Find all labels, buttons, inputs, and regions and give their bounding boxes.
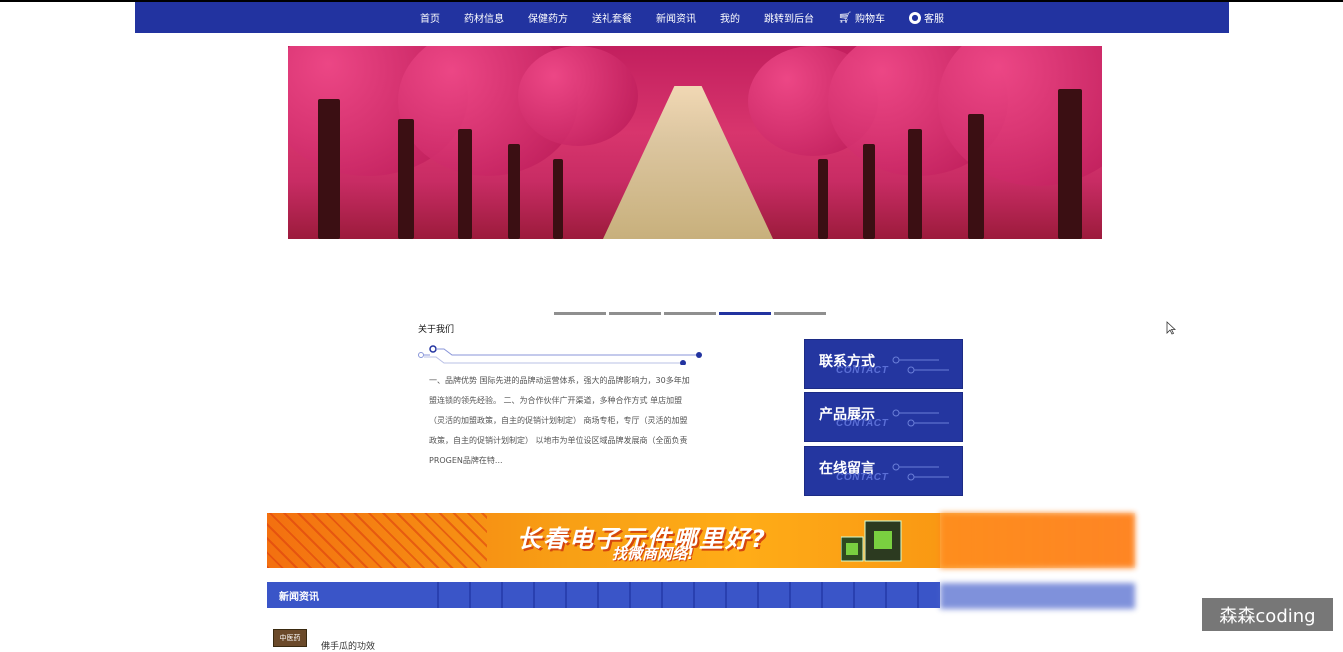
nav-customer-service[interactable]: ● 客服 <box>908 10 944 25</box>
nav-herb-info[interactable]: 药材信息 <box>464 10 504 25</box>
circuit-icon <box>892 463 949 481</box>
nav-health-prescriptions[interactable]: 保健药方 <box>528 10 568 25</box>
chip-icon <box>841 520 902 562</box>
nav-cart[interactable]: 🛒︎ 购物车 <box>838 10 885 25</box>
products-button-sub: CONTACT <box>836 418 889 429</box>
mouse-cursor-icon <box>1166 321 1176 335</box>
nav-cart-label: 购物车 <box>854 14 885 25</box>
main-navbar: 首页 药材信息 保健药方 送礼套餐 新闻资讯 我的 跳转到后台 🛒︎ 购物车 ●… <box>135 2 1229 33</box>
carousel-dot[interactable] <box>554 312 606 315</box>
carousel-dot-active[interactable] <box>719 312 771 315</box>
nav-mine[interactable]: 我的 <box>720 10 740 25</box>
news-thumbnail: 中医药 <box>273 629 307 647</box>
carousel-dot[interactable] <box>774 312 826 315</box>
carousel-indicators <box>554 312 826 315</box>
nav-gift-packages[interactable]: 送礼套餐 <box>592 10 632 25</box>
about-description: 一、品牌优势 国际先进的品牌动运营体系，强大的品牌影响力，30多年加盟连锁的领先… <box>429 376 690 465</box>
nav-news[interactable]: 新闻资讯 <box>656 10 696 25</box>
circuit-pattern <box>407 582 940 608</box>
contact-button-sub: CONTACT <box>836 365 889 376</box>
news-section-title: 新闻资讯 <box>279 591 319 603</box>
blur-overlay <box>940 513 1140 645</box>
nav-service-label: 客服 <box>923 14 944 25</box>
message-button-sub: CONTACT <box>836 472 889 483</box>
news-section-header: 新闻资讯 <box>267 582 940 608</box>
circuit-icon <box>892 409 949 427</box>
chat-icon: ● <box>908 11 921 24</box>
circuit-pattern <box>267 513 487 568</box>
contact-button[interactable]: 联系方式 CONTACT <box>804 339 963 389</box>
news-item-title[interactable]: 佛手瓜的功效 <box>321 639 375 652</box>
carousel-dot[interactable] <box>609 312 661 315</box>
watermark: 森森coding <box>1202 598 1333 631</box>
about-section: 关于我们 <box>418 322 704 365</box>
circuit-icon <box>892 356 949 374</box>
cart-icon: 🛒︎ <box>838 11 852 24</box>
nav-admin[interactable]: 跳转到后台 <box>764 10 814 25</box>
message-button[interactable]: 在线留言 CONTACT <box>804 446 963 496</box>
nav-home[interactable]: 首页 <box>420 10 440 25</box>
hero-banner-image <box>288 46 1102 239</box>
products-button[interactable]: 产品展示 CONTACT <box>804 392 963 442</box>
about-title-decoration <box>418 335 704 365</box>
news-list-item[interactable]: 中医药 佛手瓜的功效 <box>273 629 375 652</box>
ad-subline: 找微商网络! <box>612 545 694 563</box>
carousel-dot[interactable] <box>664 312 716 315</box>
about-title: 关于我们 <box>418 325 455 335</box>
